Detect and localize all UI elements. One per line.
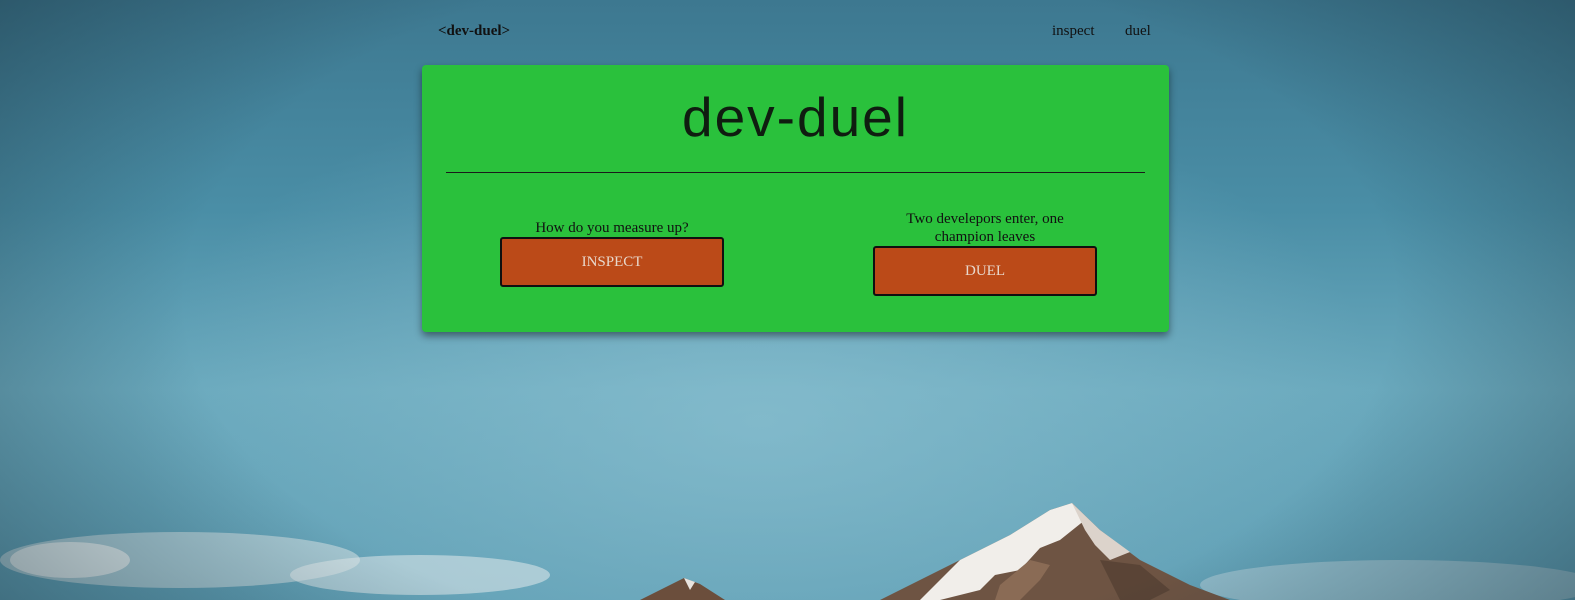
top-navbar: <dev-duel> inspect duel [0, 0, 1575, 64]
nav-link-inspect[interactable]: inspect [1052, 23, 1095, 40]
duel-section: Two develepors enter, one champion leave… [870, 210, 1100, 296]
inspect-button[interactable]: INSPECT [500, 237, 724, 287]
brand-logo-text[interactable]: <dev-duel> [438, 23, 510, 40]
nav-link-duel[interactable]: duel [1125, 23, 1151, 40]
duel-button[interactable]: DUEL [873, 246, 1097, 296]
hero-card: dev-duel How do you measure up? INSPECT … [422, 65, 1169, 332]
inspect-tagline: How do you measure up? [535, 220, 689, 236]
title-divider [446, 172, 1145, 173]
page-title: dev-duel [682, 86, 909, 148]
duel-tagline: Two develepors enter, one champion leave… [906, 211, 1064, 245]
inspect-section: How do you measure up? INSPECT [497, 219, 727, 287]
